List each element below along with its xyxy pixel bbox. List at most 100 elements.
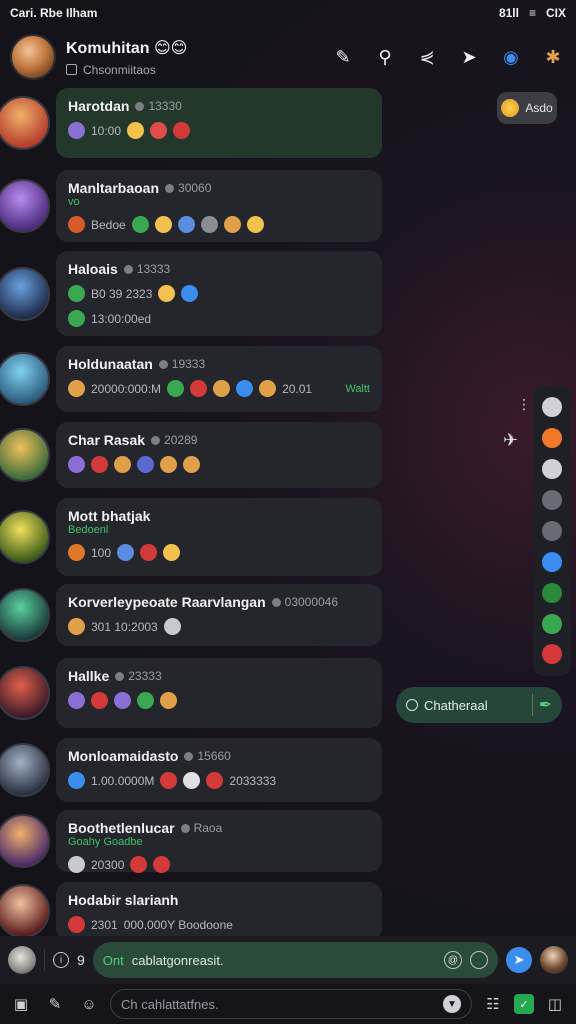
chat-avatar[interactable]: [0, 510, 50, 564]
chat-row[interactable]: Haloais 13333 B0 39 2323 13:00:00ed: [0, 251, 384, 338]
chat-row[interactable]: Harotdan 13330 10:00: [0, 88, 384, 160]
chat-avatar[interactable]: [0, 814, 50, 868]
video-icon[interactable]: [542, 490, 562, 511]
chevron-down-icon[interactable]: ▼: [443, 995, 461, 1013]
chat-row[interactable]: Holdunaatan 19333 20000:000:M 20.01 Waltt: [0, 346, 384, 414]
chat-name: Holdunaatan: [68, 356, 153, 372]
header-titles[interactable]: Komuhitan 😊😊 Chsonmiitaos: [66, 38, 330, 77]
chat-card[interactable]: Korverleypeoate Raarvlangan 03000046 301 1…: [56, 584, 382, 646]
chat-preview-text: 13:00:00ed: [91, 311, 152, 326]
chat-name-row: Korverleypeoate Raarvlangan 03000046: [68, 594, 370, 610]
emoji-icon: [200, 216, 218, 233]
chat-preview-text: B0 39 2323: [91, 286, 153, 301]
chat-card[interactable]: Hallke 23333: [56, 658, 382, 728]
emoji-icon: [137, 692, 154, 709]
orange-badge-icon[interactable]: [542, 428, 562, 449]
heart-icon[interactable]: [542, 644, 562, 665]
battery-icon: CIX: [545, 6, 566, 20]
group-avatar[interactable]: [10, 34, 56, 80]
emoji-icon: [131, 216, 149, 233]
chat-name: Korverleypeoate Raarvlangan: [68, 594, 266, 610]
tv-icon[interactable]: [542, 520, 562, 541]
green-circle-icon[interactable]: [542, 613, 562, 634]
chat-avatar[interactable]: [0, 179, 50, 233]
inbox-icon[interactable]: ✓: [514, 994, 534, 1014]
search-icon[interactable]: ⚲: [372, 44, 398, 70]
mention-icon[interactable]: @: [444, 951, 462, 969]
emoji-icon: [190, 380, 208, 397]
emoji-icon: [177, 216, 195, 233]
chat-card[interactable]: Mott bhatjak Bedoenl 100: [56, 498, 382, 576]
chat-avatar[interactable]: [0, 588, 50, 642]
emoji-icon: [68, 310, 85, 327]
chat-tag: vo: [68, 196, 80, 208]
search-input[interactable]: Ch cahlattatfnes. ▼: [110, 989, 472, 1019]
chat-preview-text: 20300: [91, 857, 125, 872]
chat-row[interactable]: Boothetlenlucar Raoa Goahy Goadbe 20300: [0, 810, 384, 874]
chat-avatar[interactable]: [0, 884, 50, 938]
peer-avatar[interactable]: [540, 946, 568, 974]
chat-avatar[interactable]: [0, 428, 50, 482]
chat-name: Harotdan: [68, 98, 130, 114]
pen-icon[interactable]: ✒: [539, 695, 552, 715]
chat-card[interactable]: Monloamaidasto 15660 1.00.0000M 2033333: [56, 738, 382, 802]
chat-avatar[interactable]: [0, 96, 50, 150]
coin-icon: [501, 99, 520, 117]
emoji-icon: [259, 380, 277, 397]
chat-card[interactable]: Manltarbaoan 30060 vo Bedoe: [56, 170, 382, 242]
more-icon[interactable]: ⋮: [517, 396, 531, 413]
chat-card[interactable]: Boothetlenlucar Raoa Goahy Goadbe 20300: [56, 810, 382, 873]
chat-row[interactable]: Hodabir slarianh 2301 000.000Y Boodoone: [0, 882, 384, 942]
message-prefix: Ont: [102, 952, 124, 968]
group-icon[interactable]: [542, 459, 562, 480]
chat-meta: 03000046: [271, 595, 338, 609]
clock-icon[interactable]: [470, 951, 488, 969]
my-avatar[interactable]: [8, 946, 36, 974]
chat-row[interactable]: Monloamaidasto 15660 1.00.0000M 2033333: [0, 738, 384, 804]
chat-preview: 301 10:2003: [68, 618, 370, 635]
blue-badge-icon[interactable]: [542, 551, 562, 572]
send-icon[interactable]: ➤: [506, 947, 532, 973]
chat-card[interactable]: Char Rasak 20289: [56, 422, 382, 488]
chat-card[interactable]: Holdunaatan 19333 20000:000:M 20.01 Waltt: [56, 346, 382, 412]
share-icon[interactable]: ⋞: [414, 44, 440, 70]
green-square-icon[interactable]: [542, 582, 562, 603]
chat-row[interactable]: Korverleypeoate Raarvlangan 03000046 301 1…: [0, 584, 384, 648]
emoji-icon: [223, 216, 241, 233]
clock-icon[interactable]: [542, 397, 562, 418]
chat-row[interactable]: Hallke 23333: [0, 658, 384, 730]
chat-name-row: Haloais 13333: [68, 261, 370, 277]
info-icon[interactable]: i: [53, 952, 69, 968]
status-dot-icon: [123, 264, 133, 274]
chat-avatar[interactable]: [0, 666, 50, 720]
plane-icon[interactable]: ✈: [503, 430, 518, 451]
chat-name-row: Manltarbaoan 30060: [68, 180, 370, 196]
chat-avatar[interactable]: [0, 743, 50, 797]
chat-avatar[interactable]: [0, 352, 50, 406]
channel-pill[interactable]: Chatheraal ✒: [396, 687, 562, 723]
message-input[interactable]: Ont cablatgonreasit. @: [92, 942, 498, 978]
star-icon[interactable]: ✱: [540, 44, 566, 70]
chat-meta-text: 15660: [197, 749, 231, 763]
emoji-icon[interactable]: ☺: [76, 991, 102, 1017]
chat-avatar[interactable]: [0, 266, 50, 321]
gift-icon[interactable]: ◫: [542, 991, 568, 1017]
bot-icon[interactable]: ◉: [498, 44, 524, 70]
side-rail: [533, 386, 571, 676]
status-dot-icon: [165, 183, 175, 193]
image-icon[interactable]: ▣: [8, 991, 34, 1017]
chat-name: Char Rasak: [68, 432, 146, 448]
status-left: Cari. Rbe Ilham: [10, 6, 98, 20]
chat-card[interactable]: Haloais 13333 B0 39 2323 13:00:00ed: [56, 251, 382, 336]
forward-icon[interactable]: ➤: [456, 44, 482, 70]
sticker-icon[interactable]: ☷: [480, 991, 506, 1017]
chat-row[interactable]: Manltarbaoan 30060 vo Bedoe: [0, 170, 384, 244]
chat-card[interactable]: Hodabir slarianh 2301 000.000Y Boodoone: [56, 882, 382, 940]
chat-row[interactable]: Mott bhatjak Bedoenl 100: [0, 498, 384, 578]
chat-card[interactable]: Harotdan 13330 10:00: [56, 88, 382, 158]
coins-pill[interactable]: Asdo: [497, 92, 557, 124]
edit-icon[interactable]: ✎: [330, 44, 356, 70]
chat-meta-text: 13333: [136, 262, 171, 276]
draw-icon[interactable]: ✎: [42, 991, 68, 1017]
chat-row[interactable]: Char Rasak 20289: [0, 422, 384, 490]
